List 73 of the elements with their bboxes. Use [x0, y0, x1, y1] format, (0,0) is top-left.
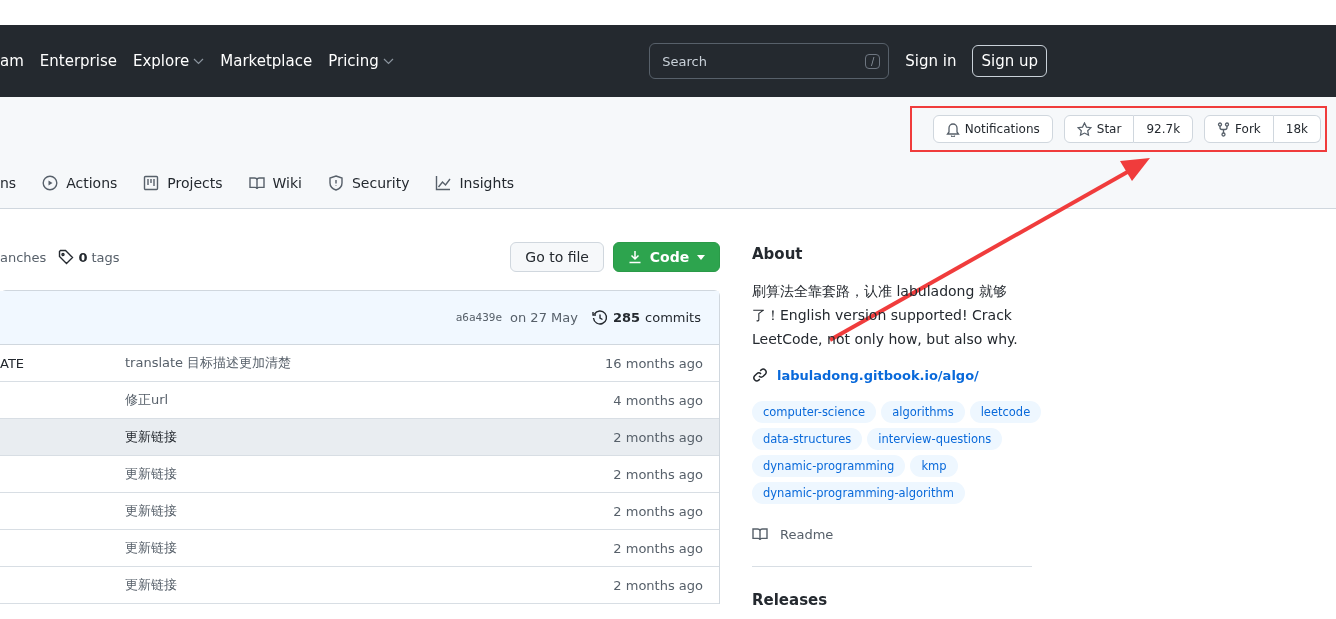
commit-age: 2 months ago — [613, 540, 704, 556]
branches-label[interactable]: anches — [0, 249, 47, 265]
website-link[interactable]: labuladong.gitbook.io/algo/ — [752, 367, 1032, 383]
nav-link[interactable]: Enterprise — [39, 52, 117, 70]
nav-link[interactable]: am — [0, 52, 24, 70]
shield-icon — [327, 175, 344, 191]
commit-date: on 27 May — [510, 310, 578, 325]
commit-age: 16 months ago — [605, 355, 704, 371]
commit-message[interactable]: 更新链接 — [125, 503, 177, 518]
play-icon — [42, 175, 59, 191]
line-graph-icon — [435, 175, 452, 191]
caret-icon — [697, 254, 706, 260]
releases-heading: Releases — [752, 591, 829, 609]
commit-message[interactable]: 更新链接 — [125, 577, 177, 592]
file-row[interactable]: 更新链接 2 months ago — [0, 493, 719, 530]
tags-link[interactable]: 0 tags — [58, 249, 120, 265]
commit-message[interactable]: 更新链接 — [125, 429, 177, 444]
fork-button[interactable]: Fork — [1204, 115, 1274, 143]
nav-link[interactable]: Pricing — [328, 52, 394, 70]
tag-icon — [58, 249, 75, 265]
project-board-icon — [143, 175, 160, 191]
commit-message[interactable]: 更新链接 — [125, 466, 177, 481]
book-icon — [248, 175, 265, 191]
topic-tag[interactable]: interview-questions — [867, 428, 1003, 450]
topic-tag[interactable]: kmp — [910, 455, 958, 477]
commit-age: 2 months ago — [613, 429, 704, 445]
commit-hash[interactable]: a6a439e — [455, 311, 503, 324]
commit-age: 2 months ago — [613, 503, 704, 519]
file-row[interactable]: 更新链接 2 months ago — [0, 567, 719, 604]
commit-age: 2 months ago — [613, 466, 704, 482]
topic-tag[interactable]: algorithms — [881, 401, 965, 423]
book-icon — [752, 526, 768, 542]
repo-tab[interactable]: ns — [0, 175, 17, 191]
repo-tab[interactable]: Security — [327, 175, 410, 191]
commit-message[interactable]: 更新链接 — [125, 540, 177, 555]
count-label[interactable]: 92.7k — [1134, 115, 1194, 143]
nav-link[interactable]: Explore — [133, 52, 205, 70]
shortcut-key-hint: / — [864, 53, 881, 69]
sign-in-link[interactable]: Sign in — [905, 52, 957, 70]
commit-message[interactable]: 修正url — [125, 392, 169, 407]
bell-icon — [945, 121, 960, 137]
file-row[interactable]: 更新链接 2 months ago — [0, 456, 719, 493]
topic-tag[interactable]: dynamic-programming-algorithm — [752, 482, 966, 504]
commit-age: 4 months ago — [613, 392, 704, 408]
about-heading: About — [752, 245, 804, 263]
commit-message[interactable]: translate 目标描述更加清楚 — [125, 355, 292, 370]
search-field[interactable]: Search / — [649, 43, 890, 79]
star-button[interactable]: Star — [1063, 115, 1135, 143]
file-row[interactable]: 更新链接 2 months ago — [0, 530, 719, 567]
link-icon — [752, 367, 768, 383]
fork-icon — [1217, 121, 1231, 137]
notifications-button[interactable]: Notifications — [932, 115, 1053, 143]
file-row[interactable]: 更新链接 2 months ago — [0, 419, 719, 456]
go-to-file-button[interactable]: Go to file — [510, 242, 604, 272]
sign-up-button[interactable]: Sign up — [972, 45, 1047, 77]
star-icon — [1076, 121, 1092, 137]
nav-link[interactable]: Marketplace — [220, 52, 313, 70]
repo-tab[interactable]: Projects — [143, 175, 223, 191]
topic-tag[interactable]: leetcode — [969, 401, 1042, 423]
readme-link[interactable]: Readme — [752, 526, 1032, 542]
topic-tag[interactable]: dynamic-programming — [752, 455, 906, 477]
file-row[interactable]: ATE translate 目标描述更加清楚 16 months ago — [0, 345, 719, 382]
repo-tab[interactable]: Insights — [435, 175, 515, 191]
topic-tag[interactable]: computer-science — [752, 401, 877, 423]
repo-tab[interactable]: Wiki — [248, 175, 302, 191]
download-icon — [627, 250, 642, 264]
topic-tag[interactable]: data-structures — [752, 428, 863, 450]
commit-age: 2 months ago — [613, 577, 704, 593]
history-icon — [591, 309, 608, 326]
commits-link[interactable]: 285 commits — [591, 309, 701, 326]
count-label[interactable]: 18k — [1273, 115, 1321, 143]
file-name[interactable]: ATE — [0, 355, 25, 371]
repo-tab[interactable]: Actions — [42, 175, 118, 191]
